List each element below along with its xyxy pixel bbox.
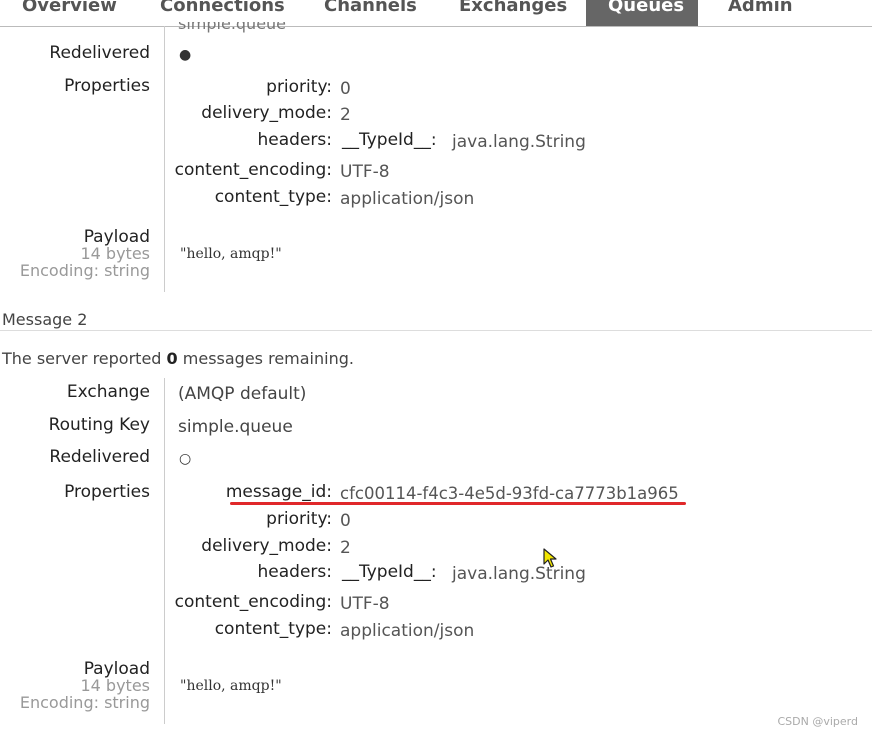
tab-queues[interactable]: Queues xyxy=(586,0,698,26)
prop-key: headers: xyxy=(257,562,332,582)
tab-exchanges[interactable]: Exchanges xyxy=(437,0,589,26)
prop-key: priority: xyxy=(266,77,332,97)
message-id-value: cfc00114-f4c3-4e5d-93fd-ca7773b1a965 xyxy=(340,484,679,503)
prop-value: 0 xyxy=(340,79,351,99)
message1-divider xyxy=(164,26,165,292)
header-key: __TypeId__: xyxy=(342,130,437,150)
prop-value: application/json xyxy=(340,189,475,209)
prop-value: 2 xyxy=(340,538,351,558)
message-title: Message 2 xyxy=(2,310,88,329)
server-report-text: The server reported 0 messages remaining… xyxy=(2,349,354,368)
header-value: java.lang.String xyxy=(452,564,586,584)
payload-content: "hello, amqp!" xyxy=(180,246,282,262)
mouse-cursor-icon xyxy=(543,548,559,574)
tab-overview[interactable]: Overview xyxy=(0,0,139,26)
prop-key: content_type: xyxy=(214,187,332,207)
prop-key: priority: xyxy=(266,509,332,529)
prop-key: content_encoding: xyxy=(174,160,332,180)
watermark: CSDN @viperd xyxy=(777,715,859,728)
routing-key-value: simple.queue xyxy=(178,417,293,437)
redelivered-filled-icon: ● xyxy=(179,47,192,63)
payload-encoding: Encoding: string xyxy=(19,261,150,280)
prop-key: delivery_mode: xyxy=(201,103,332,123)
section-divider xyxy=(0,330,872,331)
prop-key: content_type: xyxy=(214,619,332,639)
redelivered-empty-icon: ○ xyxy=(179,451,192,467)
routing-key-label: Routing Key xyxy=(48,415,150,435)
header-value: java.lang.String xyxy=(452,132,586,152)
prop-value: application/json xyxy=(340,621,475,641)
tab-admin[interactable]: Admin xyxy=(706,0,815,26)
prop-value: UTF-8 xyxy=(340,594,390,614)
properties-label: Properties xyxy=(64,482,150,502)
header-key: __TypeId__: xyxy=(342,562,437,582)
properties-label: Properties xyxy=(64,76,150,96)
prop-value: 2 xyxy=(340,105,351,125)
prop-key: headers: xyxy=(257,130,332,150)
payload-content: "hello, amqp!" xyxy=(180,678,282,694)
prop-key: delivery_mode: xyxy=(201,536,332,556)
tab-channels[interactable]: Channels xyxy=(302,0,439,26)
prop-value: 0 xyxy=(340,511,351,531)
exchange-label: Exchange xyxy=(66,382,150,402)
redelivered-label: Redelivered xyxy=(49,43,150,63)
highlight-underline xyxy=(230,502,686,505)
redelivered-label: Redelivered xyxy=(49,447,150,467)
exchange-value: (AMQP default) xyxy=(178,384,307,404)
message2-divider xyxy=(164,378,165,724)
prop-key: content_encoding: xyxy=(174,592,332,612)
prop-value: UTF-8 xyxy=(340,162,390,182)
top-nav: Overview Connections Channels Exchanges … xyxy=(0,0,872,27)
payload-encoding: Encoding: string xyxy=(19,693,150,712)
prop-key-message-id: message_id: xyxy=(225,482,332,502)
